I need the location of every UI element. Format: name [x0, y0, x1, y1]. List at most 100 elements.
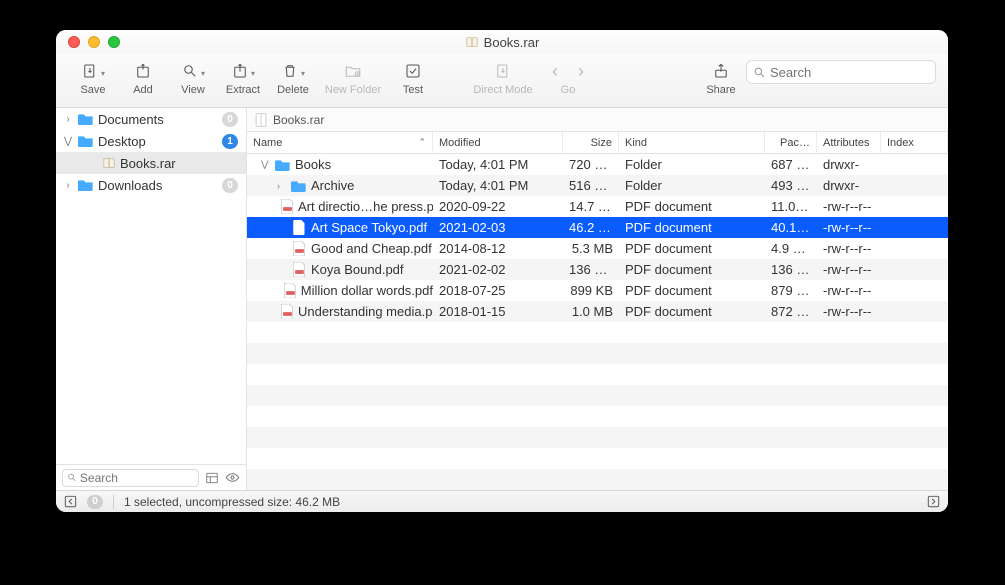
sidebar-badge: 0	[222, 112, 238, 127]
add-button[interactable]: Add	[118, 58, 168, 96]
test-button[interactable]: Test	[388, 58, 438, 96]
disclosure-icon[interactable]: ›	[62, 114, 74, 125]
file-size: 899 KB	[563, 283, 619, 298]
new-folder-button: New Folder	[318, 58, 388, 96]
archive-icon	[102, 156, 116, 170]
file-size: 46.2 MB	[563, 220, 619, 235]
nav-back-button: ‹	[552, 58, 558, 84]
folder-icon	[291, 178, 307, 194]
path-archive-icon	[255, 113, 267, 127]
path-crumb[interactable]: Books.rar	[273, 113, 324, 127]
column-packed[interactable]: Pac…	[765, 132, 817, 153]
file-modified: Today, 4:01 PM	[433, 178, 563, 193]
sidebar-item-books-rar[interactable]: Books.rar	[56, 152, 246, 174]
status-expand-right-icon[interactable]	[927, 495, 940, 508]
titlebar: Books.rar	[56, 30, 948, 54]
delete-button[interactable]: ▾ Delete	[268, 58, 318, 96]
column-modified[interactable]: Modified	[433, 132, 563, 153]
statusbar: 0 1 selected, uncompressed size: 46.2 MB	[56, 490, 948, 512]
sidebar-item-label: Books.rar	[120, 156, 246, 171]
pdf-icon	[291, 220, 307, 236]
file-size: 5.3 MB	[563, 241, 619, 256]
sidebar-item-downloads[interactable]: ›Downloads0	[56, 174, 246, 196]
column-kind[interactable]: Kind	[619, 132, 765, 153]
file-row[interactable]: ›ArchiveToday, 4:01 PM516 MBFolder493 MB…	[247, 175, 948, 196]
column-name[interactable]: Name	[247, 132, 433, 153]
direct-mode-button: Direct Mode	[468, 58, 538, 96]
file-row[interactable]: Koya Bound.pdf2021-02-02136 MBPDF docume…	[247, 259, 948, 280]
file-row[interactable]: Understanding media.pdf2018-01-151.0 MBP…	[247, 301, 948, 322]
file-size: 1.0 MB	[563, 304, 619, 319]
file-packed: 687 MB	[765, 157, 817, 172]
sidebar-preview-icon[interactable]	[225, 470, 240, 485]
file-kind: PDF document	[619, 262, 765, 277]
file-size: 14.7 MB	[563, 199, 619, 214]
sidebar-footer	[56, 464, 246, 490]
file-packed: 493 MB	[765, 178, 817, 193]
nav-forward-button: ›	[578, 58, 584, 84]
disclosure-icon[interactable]: ⋁	[62, 136, 74, 147]
column-headers: Name Modified Size Kind Pac… Attributes …	[247, 132, 948, 154]
file-packed: 879 KB	[765, 283, 817, 298]
file-row[interactable]: Art Space Tokyo.pdf2021-02-0346.2 MBPDF …	[247, 217, 948, 238]
sidebar-item-label: Documents	[98, 112, 218, 127]
disclosure-icon[interactable]: ›	[62, 180, 74, 191]
column-attributes[interactable]: Attributes	[817, 132, 881, 153]
empty-row	[247, 322, 948, 343]
share-button[interactable]: Share	[696, 58, 746, 96]
file-kind: PDF document	[619, 220, 765, 235]
sidebar-item-desktop[interactable]: ⋁Desktop1	[56, 130, 246, 152]
file-modified: 2021-02-03	[433, 220, 563, 235]
file-attributes: drwxr-	[817, 178, 881, 193]
empty-row	[247, 364, 948, 385]
toolbar-search-input[interactable]	[770, 65, 929, 80]
folder-icon	[275, 157, 291, 173]
search-icon	[753, 66, 766, 79]
pdf-icon	[291, 262, 307, 278]
file-size: 720 MB	[563, 157, 619, 172]
file-attributes: -rw-r--r--	[817, 283, 881, 298]
file-kind: Folder	[619, 178, 765, 193]
file-modified: 2018-07-25	[433, 283, 563, 298]
row-disclosure-icon[interactable]: ⋁	[261, 159, 271, 170]
file-packed: 11.0 MB	[765, 199, 817, 214]
file-packed: 4.9 MB	[765, 241, 817, 256]
status-expand-left-icon[interactable]	[64, 495, 77, 508]
body: › Documents 0 ⋁Desktop1 Books.rar ›Downloads0	[56, 108, 948, 490]
status-count-badge: 0	[87, 495, 103, 509]
file-kind: PDF document	[619, 283, 765, 298]
file-row[interactable]: Art directio…he press.pdf2020-09-2214.7 …	[247, 196, 948, 217]
toolbar-search[interactable]	[746, 60, 936, 84]
sidebar-badge: 0	[222, 178, 238, 193]
path-bar: Books.rar	[247, 108, 948, 132]
sidebar: › Documents 0 ⋁Desktop1 Books.rar ›Downloads0	[56, 108, 247, 490]
file-name: Archive	[311, 178, 354, 193]
file-modified: 2018-01-15	[433, 304, 563, 319]
file-row[interactable]: ⋁BooksToday, 4:01 PM720 MBFolder687 MBdr…	[247, 154, 948, 175]
extract-button[interactable]: ▾ Extract	[218, 58, 268, 96]
empty-row	[247, 385, 948, 406]
toolbar: ▾ Save Add ▾ View ▾ Extract ▾ Delete New…	[56, 54, 948, 108]
file-name: Art directio…he press.pdf	[298, 199, 433, 214]
file-list: Name Modified Size Kind Pac… Attributes …	[247, 132, 948, 490]
sidebar-search-input[interactable]	[80, 471, 194, 485]
file-attributes: drwxr-	[817, 157, 881, 172]
pdf-icon	[284, 283, 297, 299]
file-row[interactable]: Good and Cheap.pdf2014-08-125.3 MBPDF do…	[247, 238, 948, 259]
file-row[interactable]: Million dollar words.pdf2018-07-25899 KB…	[247, 280, 948, 301]
sidebar-search[interactable]	[62, 469, 199, 487]
file-modified: 2021-02-02	[433, 262, 563, 277]
go-nav-group: ‹ › Go	[538, 58, 598, 96]
folder-icon	[78, 135, 94, 147]
view-button[interactable]: ▾ View	[168, 58, 218, 96]
column-index[interactable]: Index	[881, 132, 948, 153]
file-name: Good and Cheap.pdf	[311, 241, 432, 256]
sidebar-layout-icon[interactable]	[205, 471, 219, 485]
save-button[interactable]: ▾ Save	[68, 58, 118, 96]
sidebar-badge: 1	[222, 134, 238, 149]
column-size[interactable]: Size	[563, 132, 619, 153]
folder-icon	[78, 179, 94, 191]
file-attributes: -rw-r--r--	[817, 199, 881, 214]
row-disclosure-icon[interactable]: ›	[277, 181, 287, 191]
sidebar-item-documents[interactable]: › Documents 0	[56, 108, 246, 130]
